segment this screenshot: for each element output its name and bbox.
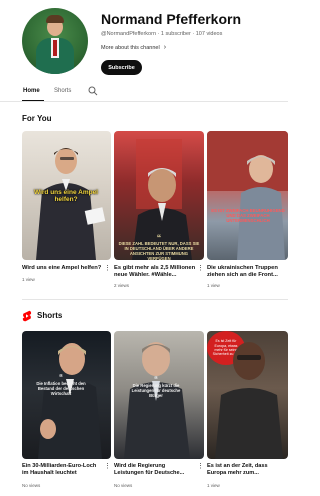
thumbnail-caption-text: Die Regierung kürzt die Leistungen für d… (131, 383, 181, 399)
short-thumbnail-1[interactable]: “Die Inflation bedroht den Bestand der d… (22, 331, 111, 459)
short-title[interactable]: Wird die Regierung Leistungen für Deutsc… (114, 463, 194, 477)
video-title[interactable]: Die ukrainischen Truppen ziehen sich an … (207, 265, 285, 279)
thumbnail-figure (215, 342, 283, 459)
thumbnail-caption: Wird uns eine Ampel helfen? (34, 189, 98, 204)
thumbnail-caption: “Die Regierung kürzt die Leistungen für … (126, 375, 186, 399)
short-title[interactable]: Es ist an der Zeit, dass Europa mehr zum… (207, 463, 287, 477)
more-about-label: More about this channel (101, 45, 160, 51)
video-title[interactable]: Es gibt mehr als 2,5 Millionen neue Wähl… (114, 265, 198, 279)
subscribe-button[interactable]: Subscribe (101, 60, 142, 75)
video-meta: 2 views (114, 283, 130, 288)
short-title[interactable]: Ein 30-Milliarden-Euro-Loch im Haushalt … (22, 463, 102, 477)
thumbnail-caption: “Die Inflation bedroht den Bestand der d… (36, 373, 86, 397)
tabs-divider (0, 101, 288, 102)
short-meta: 1 view (207, 483, 220, 488)
channel-name: Normand Pfefferkorn (101, 11, 242, 27)
search-icon[interactable] (88, 86, 98, 96)
thumbnail-caption-text: Die Inflation bedroht den Bestand der de… (36, 381, 86, 397)
video-thumbnail-1[interactable]: Wird uns eine Ampel helfen? (22, 131, 111, 260)
shorts-logo-icon (22, 310, 32, 322)
avatar-figure-hair (46, 15, 64, 23)
thumbnail-caption-text: DIESE ZAHL BEDEUTET NUR, DASS SIE IN DEU… (118, 241, 200, 260)
avatar-figure-tie (53, 40, 57, 56)
chevron-right-icon: › (163, 44, 167, 51)
more-options-icon[interactable]: ⋮ (197, 463, 204, 470)
video-meta: 1 view (207, 283, 220, 288)
tab-shorts[interactable]: Shorts (54, 88, 71, 94)
thumbnail-caption: ES IST ZWEIFACH BEUNRUHIGEND UND DAS ZWE… (211, 208, 285, 223)
section-divider (22, 299, 288, 300)
more-about-link[interactable]: More about this channel › (101, 44, 166, 51)
video-title[interactable]: Wird uns eine Ampel helfen? (22, 265, 106, 272)
channel-avatar[interactable] (22, 8, 88, 74)
short-meta: No views (114, 483, 133, 488)
short-meta: No views (22, 483, 41, 488)
video-thumbnail-2[interactable]: “DIESE ZAHL BEDEUTET NUR, DASS SIE IN DE… (114, 131, 204, 260)
short-thumbnail-3[interactable]: Es ist Zeit für Europa, etwas mehr für s… (207, 331, 288, 459)
thumbnail-caption: “DIESE ZAHL BEDEUTET NUR, DASS SIE IN DE… (118, 233, 200, 260)
channel-meta: @NormandPfefferkorn · 1 subscriber · 107… (101, 31, 223, 37)
short-thumbnail-2[interactable]: “Die Regierung kürzt die Leistungen für … (114, 331, 204, 459)
video-meta: 1 view (22, 277, 35, 282)
more-options-icon[interactable]: ⋮ (104, 463, 111, 470)
thumbnail-figure (207, 131, 288, 260)
tab-home[interactable]: Home (23, 88, 40, 94)
video-thumbnail-3[interactable]: ES IST ZWEIFACH BEUNRUHIGEND UND DAS ZWE… (207, 131, 288, 260)
section-title-for-you: For You (22, 114, 52, 123)
more-options-icon[interactable]: ⋮ (104, 265, 111, 272)
more-options-icon[interactable]: ⋮ (197, 265, 204, 272)
section-title-shorts: Shorts (37, 311, 63, 320)
